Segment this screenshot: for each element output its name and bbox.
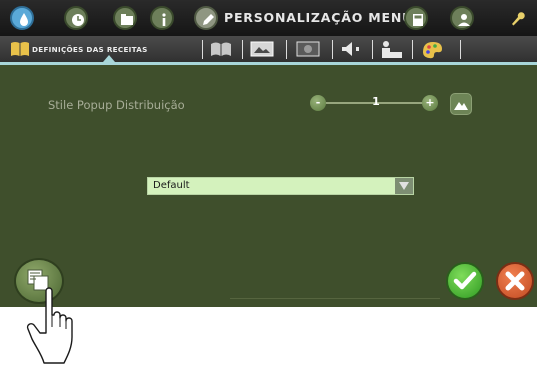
- palette-icon[interactable]: [420, 40, 444, 64]
- active-tab-indicator: [103, 55, 115, 62]
- divider: [230, 298, 440, 299]
- style-dropdown[interactable]: Default: [147, 177, 414, 195]
- image-icon[interactable]: [250, 40, 274, 62]
- drop-icon[interactable]: [10, 6, 34, 30]
- mountain-image-icon: [454, 102, 468, 110]
- book-open-icon[interactable]: [210, 40, 232, 62]
- close-icon: [505, 271, 525, 291]
- calculator-icon[interactable]: [404, 6, 428, 30]
- book-icon: [10, 40, 30, 62]
- top-menu-bar: PERSONALIZAÇÃO MENU: [0, 0, 537, 37]
- photo-icon[interactable]: [296, 40, 320, 62]
- info-icon[interactable]: [150, 6, 174, 30]
- setting-label: Stile Popup Distribuição: [48, 98, 185, 112]
- page-title: PERSONALIZAÇÃO MENU: [224, 10, 414, 25]
- pencil-icon: [194, 6, 218, 30]
- clock-icon[interactable]: [64, 6, 88, 30]
- confirm-button[interactable]: [446, 262, 484, 300]
- tab-divider: [460, 40, 461, 59]
- cancel-button[interactable]: [496, 262, 534, 300]
- folder-icon[interactable]: [113, 6, 137, 30]
- tab-divider: [372, 40, 373, 59]
- quantity-stepper: - 1 +: [306, 93, 442, 113]
- checkmark-icon: [453, 271, 477, 290]
- tab-divider: [332, 40, 333, 59]
- user-icon[interactable]: [450, 6, 474, 30]
- decrement-button[interactable]: -: [310, 95, 326, 111]
- tab-divider: [242, 40, 243, 59]
- dropdown-value: Default: [153, 180, 190, 191]
- speaker-icon[interactable]: [340, 40, 366, 62]
- stepper-value: 1: [372, 95, 380, 108]
- app-screen: PERSONALIZAÇÃO MENU DEFINIÇÕES DAS RECEI…: [0, 0, 537, 307]
- dropdown-arrow-button[interactable]: [395, 178, 413, 194]
- tab-accent-line: [0, 62, 537, 65]
- tab-divider: [286, 40, 287, 59]
- tab-divider: [202, 40, 203, 59]
- increment-button[interactable]: +: [422, 95, 438, 111]
- tab-divider: [412, 40, 413, 59]
- preview-button[interactable]: [450, 93, 472, 115]
- wrench-icon[interactable]: [504, 6, 528, 30]
- tab-recipe-definitions[interactable]: DEFINIÇÕES DAS RECEITAS: [32, 45, 148, 54]
- tab-strip: DEFINIÇÕES DAS RECEITAS: [0, 36, 537, 65]
- tap-hand-icon: [26, 287, 73, 364]
- silhouette-icon[interactable]: [378, 40, 404, 64]
- chevron-down-icon: [399, 182, 409, 190]
